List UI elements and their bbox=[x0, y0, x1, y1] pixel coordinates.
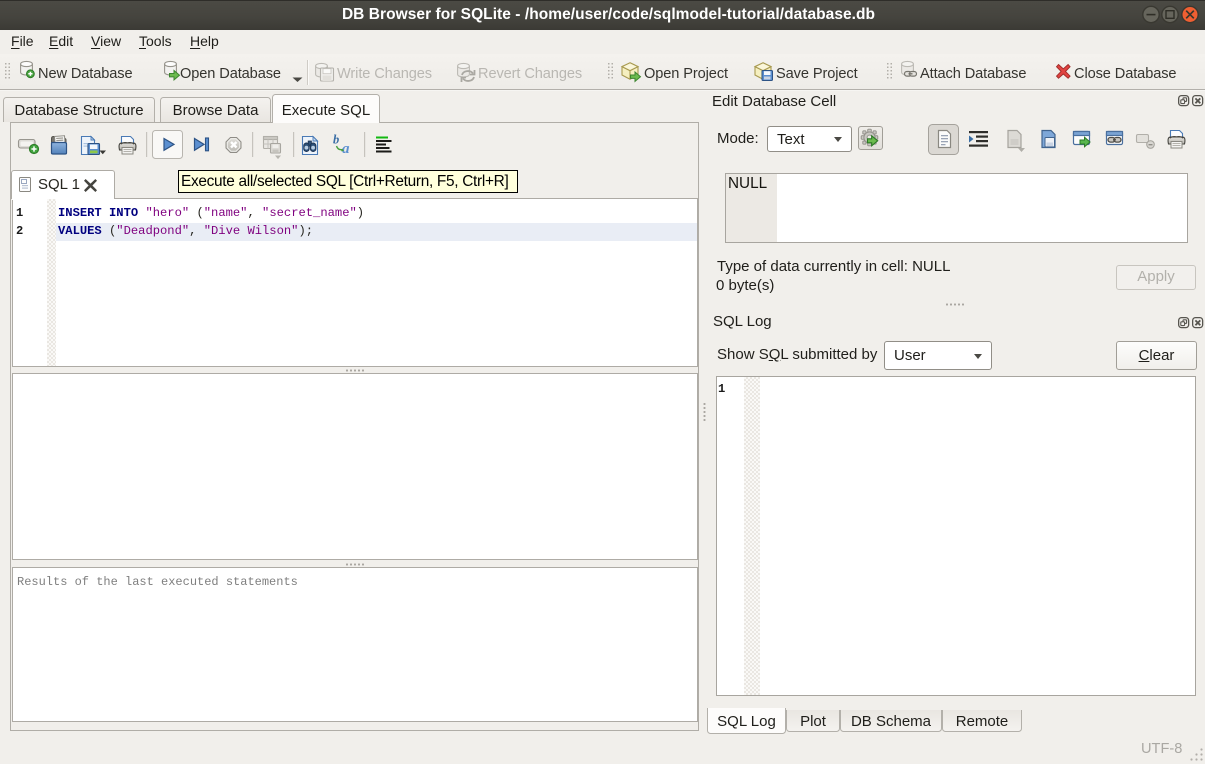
svg-text:b: b bbox=[333, 133, 339, 147]
svg-text:a: a bbox=[342, 141, 350, 157]
